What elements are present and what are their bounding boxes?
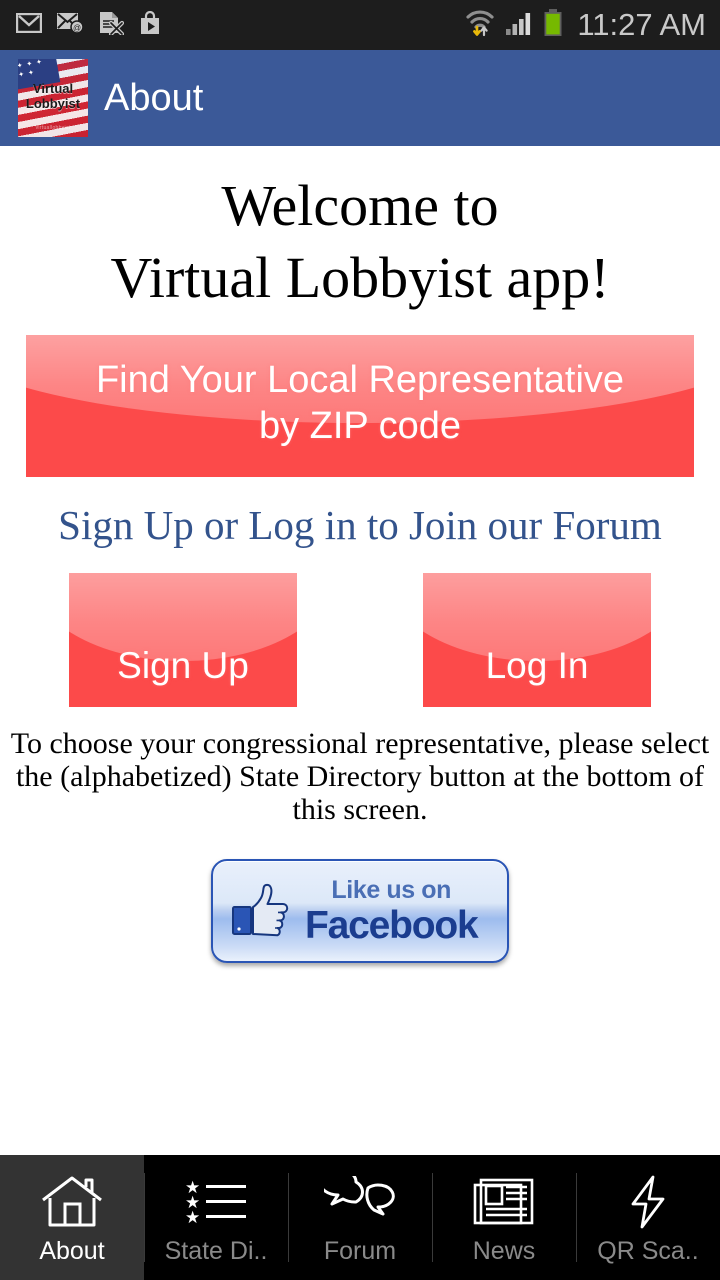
tab-about-label: About: [39, 1237, 105, 1265]
svg-text:★: ★: [185, 1208, 200, 1227]
log-in-button[interactable]: Log In: [423, 573, 651, 707]
status-bar-system-icons: 11:27 AM: [465, 7, 706, 43]
tab-forum[interactable]: Forum: [288, 1155, 432, 1280]
tab-state-directory[interactable]: ★ ★ ★ State Di..: [144, 1155, 288, 1280]
banner-line-2: by ZIP code: [258, 405, 462, 447]
lightning-bolt-icon: [623, 1173, 673, 1231]
logo-subtitle: virtuallobbyist: [35, 125, 71, 131]
newspaper-icon: [472, 1173, 536, 1231]
status-bar-clock: 11:27 AM: [577, 7, 706, 42]
tab-forum-label: Forum: [323, 1237, 397, 1265]
tab-qr-scanner[interactable]: QR Sca..: [576, 1155, 720, 1280]
tab-divider: [288, 1173, 289, 1262]
page-title: About: [104, 76, 204, 119]
logo-line-2: Lobbyist: [25, 96, 81, 111]
tab-divider: [576, 1173, 577, 1262]
tab-news[interactable]: News: [432, 1155, 576, 1280]
welcome-line-1: Welcome to: [221, 173, 499, 238]
facebook-button-text: Like us on Facebook: [305, 875, 479, 947]
email-at-icon: @: [56, 12, 84, 39]
tab-state-directory-label: State Di..: [164, 1237, 268, 1265]
star-list-icon: ★ ★ ★: [183, 1173, 249, 1231]
tab-divider: [432, 1173, 433, 1262]
tab-divider: [144, 1173, 145, 1262]
svg-text:@: @: [73, 23, 81, 32]
like-us-on-facebook-button[interactable]: Like us on Facebook: [211, 859, 509, 963]
bottom-tab-bar: About ★ ★ ★ State Di.. Forum News QR Sca…: [0, 1155, 720, 1280]
facebook-button-wrapper: Like us on Facebook: [0, 859, 720, 963]
sign-up-button[interactable]: Sign Up: [69, 573, 297, 707]
logo-line-1: Virtual: [32, 81, 74, 96]
auth-buttons-row: Sign Up Log In: [0, 573, 720, 707]
tab-news-label: News: [472, 1237, 536, 1265]
facebook-line-2: Facebook: [305, 903, 479, 947]
battery-icon: [543, 8, 563, 42]
status-bar: @ 11:27 AM: [0, 0, 720, 50]
app-screen: @ 11:27 AM ✦ ✦ ✦ ✦ ✦ Virtual Lobbyist vi…: [0, 0, 720, 1280]
sign-up-label: Sign Up: [117, 645, 249, 686]
gmail-icon: [15, 12, 43, 38]
action-bar: Virtual Lobbyist virtuallobbyist About: [0, 50, 720, 146]
welcome-heading: Welcome to Virtual Lobbyist app!: [0, 170, 720, 314]
cellular-signal-icon: [504, 10, 534, 41]
tab-qr-scanner-label: QR Sca..: [597, 1237, 699, 1265]
instructions-text: To choose your congressional representat…: [10, 727, 710, 826]
document-error-icon: [98, 11, 125, 40]
play-store-icon: [138, 10, 162, 40]
house-icon: [39, 1173, 105, 1231]
main-content: Welcome to Virtual Lobbyist app! Find Yo…: [0, 146, 720, 1155]
banner-text: Find Your Local Representative by ZIP co…: [26, 335, 694, 449]
log-in-label: Log In: [485, 645, 589, 686]
status-bar-notification-icons: @: [15, 10, 162, 40]
forum-prompt-text: Sign Up or Log in to Join our Forum: [58, 502, 662, 548]
welcome-line-2: Virtual Lobbyist app!: [110, 245, 610, 310]
tab-about[interactable]: About: [0, 1155, 144, 1280]
wifi-transfer-icon: [465, 9, 495, 42]
thumbs-up-icon: [231, 881, 293, 942]
banner-line-1: Find Your Local Representative: [95, 359, 625, 401]
virtual-lobbyist-logo: Virtual Lobbyist virtuallobbyist: [18, 59, 88, 137]
logo-wordmark: Virtual Lobbyist: [18, 81, 88, 111]
facebook-line-1: Like us on: [331, 875, 452, 904]
speech-bubbles-icon: [324, 1173, 396, 1231]
find-representative-banner[interactable]: Find Your Local Representative by ZIP co…: [26, 335, 694, 477]
